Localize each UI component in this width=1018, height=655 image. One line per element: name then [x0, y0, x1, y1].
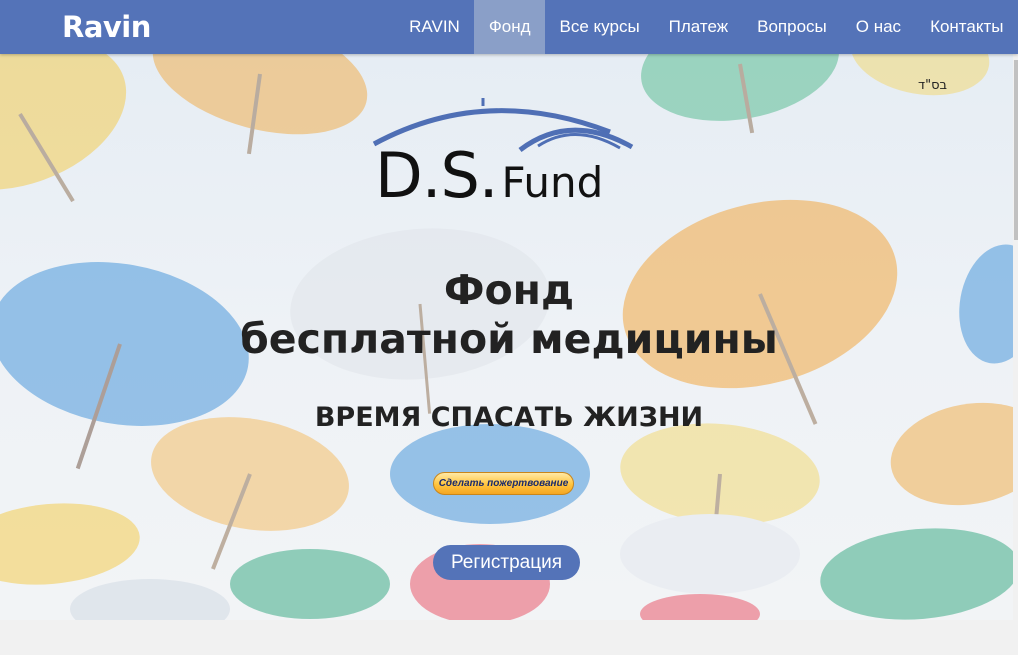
- nav-item-payment[interactable]: Платеж: [654, 0, 742, 54]
- navbar: Ravin RAVIN Фонд Все курсы Платеж Вопрос…: [0, 0, 1018, 54]
- nav-item-contacts[interactable]: Контакты: [916, 0, 1018, 54]
- hero-subtitle: ВРЕМЯ СПАСАТЬ ЖИЗНИ: [314, 402, 704, 433]
- nav-item-all-courses[interactable]: Все курсы: [545, 0, 654, 54]
- site-logo[interactable]: Ravin: [62, 9, 151, 45]
- register-button[interactable]: Регистрация: [433, 545, 580, 580]
- nav-item-questions[interactable]: Вопросы: [743, 0, 842, 54]
- fund-logo-ds: D.S.: [375, 139, 499, 212]
- hero-section: בס"ד D.S. Fund Фонд бесплатной медицины …: [0, 54, 1018, 620]
- hero-title-line2: бесплатной медицины: [240, 315, 778, 363]
- nav-item-about[interactable]: О нас: [841, 0, 915, 54]
- fund-logo-fund: Fund: [501, 158, 604, 207]
- donate-button[interactable]: Сделать пожертвование: [433, 472, 574, 495]
- nav-item-fund[interactable]: Фонд: [474, 0, 546, 54]
- hero-title: Фонд бесплатной медицины: [0, 266, 1018, 364]
- bsd-label: בס"ד: [918, 78, 948, 93]
- scrollbar-thumb[interactable]: [1014, 60, 1018, 240]
- hero-title-line1: Фонд: [443, 266, 575, 314]
- nav-item-ravin[interactable]: RAVIN: [395, 0, 475, 54]
- main-nav: RAVIN Фонд Все курсы Платеж Вопросы О на…: [395, 0, 1018, 54]
- fund-logo: D.S. Fund: [375, 136, 603, 216]
